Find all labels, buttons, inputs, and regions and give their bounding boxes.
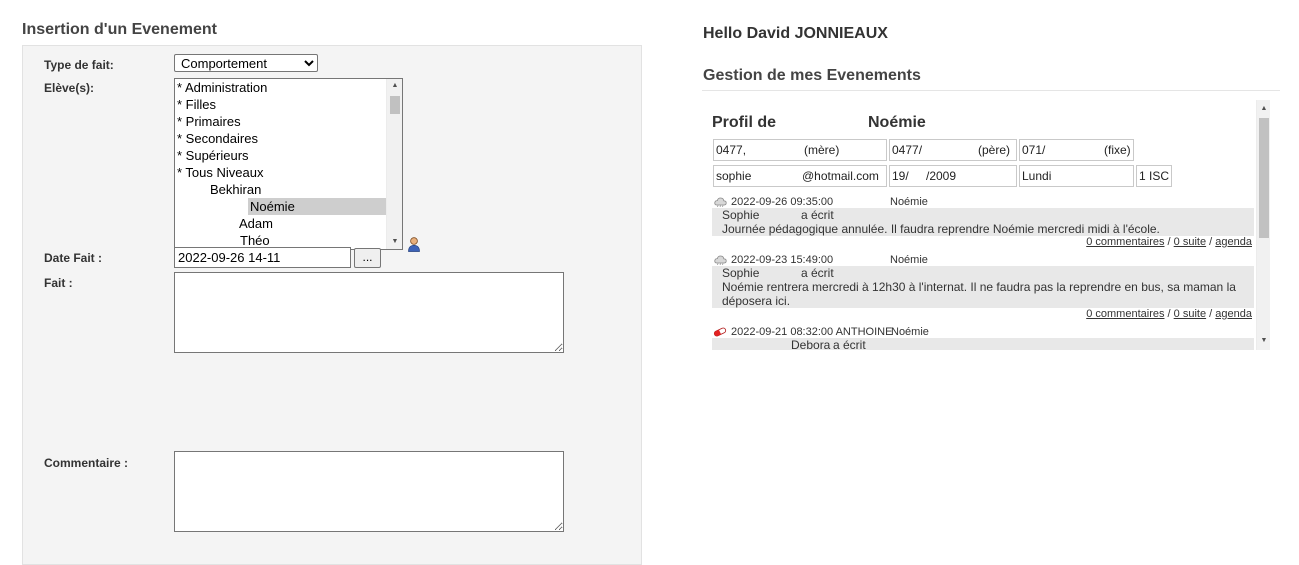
date-input[interactable] xyxy=(174,247,351,268)
phone-father-tag: (père) xyxy=(978,143,1011,157)
person-icon[interactable] xyxy=(407,236,421,252)
profile-day: Lundi xyxy=(1019,165,1134,187)
comments-link[interactable]: 0 commentaires xyxy=(1086,308,1164,320)
suite-link[interactable]: 0 suite xyxy=(1174,236,1206,248)
link-sep: / xyxy=(1167,236,1171,248)
profile-phone-fixed: 071/ (fixe) xyxy=(1019,139,1134,161)
profile-class: 1 ISC xyxy=(1136,165,1172,187)
profile-birthdate: 19/ /2009 xyxy=(889,165,1017,187)
scroll-down-icon[interactable]: ▼ xyxy=(1257,334,1270,348)
event-student: Noémie xyxy=(890,196,928,208)
event-body: Debora a écrit xyxy=(712,338,1254,350)
phone-fixed-value: 071/ xyxy=(1022,143,1046,157)
scroll-thumb[interactable] xyxy=(390,96,400,114)
form-title: Insertion d'un Evenement xyxy=(22,21,217,38)
event-body: Sophie a écrit Noémie rentrera mercredi … xyxy=(712,266,1254,308)
type-select[interactable]: Comportement xyxy=(174,54,318,72)
event-author: Sophie xyxy=(722,208,760,222)
list-item[interactable]: * Primaires xyxy=(177,113,241,130)
email-user: sophie xyxy=(716,169,752,183)
link-sep: / xyxy=(1167,308,1171,320)
phone-mother-tag: (mère) xyxy=(804,143,840,157)
phone-father-value: 0477/ xyxy=(892,143,923,157)
suite-link[interactable]: 0 suite xyxy=(1174,308,1206,320)
divider xyxy=(702,90,1280,91)
profile-title-prefix: Profil de xyxy=(712,114,777,131)
commentaire-textarea[interactable] xyxy=(174,451,564,532)
scroll-down-icon[interactable]: ▼ xyxy=(387,235,402,249)
agenda-link[interactable]: agenda xyxy=(1215,308,1252,320)
event-datetime: 2022-09-23 15:49:00 xyxy=(731,254,834,266)
phone-fixed-tag: (fixe) xyxy=(1104,143,1131,157)
scroll-thumb[interactable] xyxy=(1259,118,1269,238)
list-item[interactable]: * Secondaires xyxy=(177,130,258,147)
event-wrote: a écrit xyxy=(833,338,866,350)
fait-textarea[interactable] xyxy=(174,272,564,353)
event-student: Noémie xyxy=(890,254,928,266)
event-datetime: 2022-09-21 08:32:00 ANTHOINE xyxy=(731,326,893,338)
eleves-label: Elève(s): xyxy=(44,81,95,95)
list-item[interactable]: Bekhiran xyxy=(210,181,261,198)
event-student: Noémie xyxy=(891,326,929,338)
phone-mother-value: 0477, xyxy=(716,143,747,157)
listbox-scrollbar[interactable]: ▲ ▼ xyxy=(386,79,402,249)
list-item[interactable]: Adam xyxy=(239,215,273,232)
link-sep: / xyxy=(1209,308,1213,320)
event-body: Sophie a écrit Journée pédagogique annul… xyxy=(712,208,1254,236)
profile-phone-father: 0477/ (père) xyxy=(889,139,1017,161)
date-label: Date Fait : xyxy=(44,251,103,265)
event-links: 0 commentaires / 0 suite / agenda xyxy=(1086,308,1252,320)
list-item[interactable]: * Administration xyxy=(177,79,267,96)
cloud-icon xyxy=(714,194,727,208)
fait-label: Fait : xyxy=(44,276,73,290)
scroll-up-icon[interactable]: ▲ xyxy=(1257,102,1270,116)
event-wrote: a écrit xyxy=(801,208,834,222)
birthdate-day: 19/ xyxy=(892,169,909,183)
date-picker-button[interactable]: ... xyxy=(354,248,381,268)
event-text: Noémie rentrera mercredi à 12h30 à l'int… xyxy=(722,280,1236,308)
type-label: Type de fait: xyxy=(44,58,114,72)
event-author: Sophie xyxy=(722,266,760,280)
agenda-link[interactable]: agenda xyxy=(1215,236,1252,248)
events-scrollbar[interactable]: ▲ ▼ xyxy=(1256,100,1270,350)
profile-title-name: Noémie xyxy=(868,114,926,131)
link-sep: / xyxy=(1209,236,1213,248)
event-text: Journée pédagogique annulée. Il faudra r… xyxy=(722,222,1160,236)
hello-heading: Hello David JONNIEAUX xyxy=(703,25,888,42)
cloud-icon xyxy=(714,252,727,266)
email-domain: @hotmail.com xyxy=(802,169,879,183)
event-wrote: a écrit xyxy=(801,266,834,280)
list-item[interactable]: * Tous Niveaux xyxy=(177,164,263,181)
event-datetime: 2022-09-26 09:35:00 xyxy=(731,196,834,208)
profile-phone-mother: 0477, (mère) xyxy=(713,139,887,161)
gestion-title: Gestion de mes Evenements xyxy=(703,67,921,84)
scroll-up-icon[interactable]: ▲ xyxy=(387,79,402,93)
comments-link[interactable]: 0 commentaires xyxy=(1086,236,1164,248)
eleves-listbox[interactable]: * Administration * Filles * Primaires * … xyxy=(174,78,403,250)
list-item-selected[interactable]: Noémie xyxy=(248,198,387,215)
event-links: 0 commentaires / 0 suite / agenda xyxy=(1086,236,1252,248)
profile-email: sophie @hotmail.com xyxy=(713,165,887,187)
birthdate-year: /2009 xyxy=(926,169,957,183)
commentaire-label: Commentaire : xyxy=(44,456,129,470)
event-author: Debora xyxy=(791,338,831,350)
pill-icon xyxy=(713,324,727,337)
list-item[interactable]: * Supérieurs xyxy=(177,147,249,164)
list-item[interactable]: * Filles xyxy=(177,96,216,113)
events-panel: Profil de Noémie 0477, (mère) 0477/ (pèr… xyxy=(702,100,1270,350)
